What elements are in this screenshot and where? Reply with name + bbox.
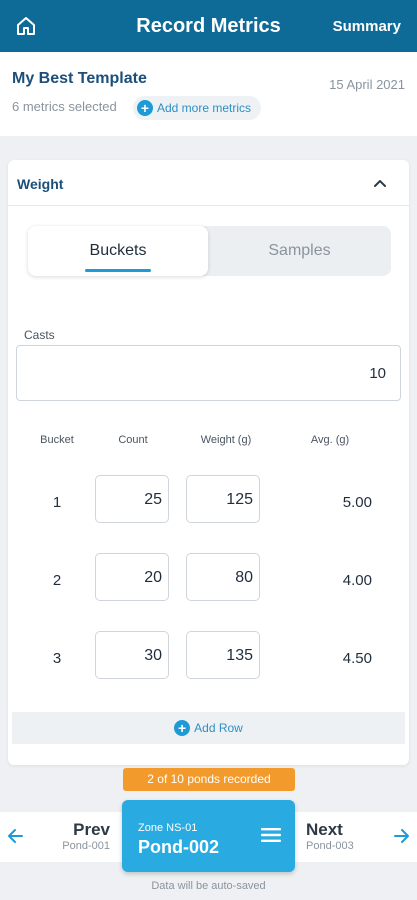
- bucket-number: 3: [52, 650, 62, 667]
- template-name[interactable]: My Best Template: [12, 70, 147, 88]
- buckets-samples-toggle: Buckets Samples: [28, 226, 391, 276]
- tab-buckets[interactable]: Buckets: [28, 226, 208, 276]
- weight-input[interactable]: 135: [186, 631, 260, 679]
- next-pond-button[interactable]: Next: [306, 820, 343, 840]
- column-header-avg: Avg. (g): [310, 434, 350, 446]
- count-input[interactable]: 20: [95, 553, 169, 601]
- tab-samples[interactable]: Samples: [208, 226, 391, 276]
- plus-circle-icon: +: [174, 720, 191, 736]
- casts-input[interactable]: 10: [16, 345, 401, 401]
- next-pond-name: Pond-003: [306, 840, 354, 852]
- current-pond-name: Pond-002: [138, 837, 220, 857]
- casts-label: Casts: [24, 328, 55, 342]
- arrow-left-icon[interactable]: [6, 826, 24, 846]
- add-row-button[interactable]: + Add Row: [12, 712, 405, 744]
- template-bar: My Best Template 15 April 2021 6 metrics…: [0, 52, 417, 136]
- arrow-right-icon[interactable]: [393, 826, 411, 846]
- metrics-count: 6 metrics selected: [12, 99, 117, 114]
- template-date: 15 April 2021: [329, 77, 405, 92]
- count-input[interactable]: 25: [95, 475, 169, 523]
- autosave-note: Data will be auto-saved: [151, 880, 266, 892]
- avg-value: 4.50: [342, 650, 372, 667]
- bucket-number: 1: [52, 494, 62, 511]
- add-more-metrics-label: Add more metrics: [157, 101, 252, 115]
- avg-value: 4.00: [342, 572, 372, 589]
- avg-value: 5.00: [342, 494, 372, 511]
- bucket-number: 2: [52, 572, 62, 589]
- summary-button[interactable]: Summary: [333, 0, 401, 52]
- weight-input[interactable]: 125: [186, 475, 260, 523]
- weight-title: Weight: [17, 176, 64, 192]
- plus-circle-icon: +: [137, 100, 153, 116]
- column-header-weight: Weight (g): [200, 434, 252, 446]
- active-tab-indicator: [85, 269, 151, 272]
- current-pond-card[interactable]: Zone NS-01 Pond-002: [122, 800, 295, 872]
- prev-pond-name: Pond-001: [62, 840, 110, 852]
- add-more-metrics-button[interactable]: + Add more metrics: [133, 96, 262, 120]
- chevron-up-icon[interactable]: [373, 176, 387, 190]
- prev-pond-button[interactable]: Prev: [54, 820, 110, 840]
- ponds-progress-badge: 2 of 10 ponds recorded: [123, 768, 295, 791]
- column-header-count: Count: [118, 434, 148, 446]
- add-row-label: Add Row: [194, 721, 243, 735]
- weight-input[interactable]: 80: [186, 553, 260, 601]
- weight-card: Weight Buckets Samples Casts 10 Bucket C…: [8, 160, 409, 765]
- count-input[interactable]: 30: [95, 631, 169, 679]
- pond-zone: Zone NS-01: [138, 822, 198, 834]
- app-header: Record Metrics Summary: [0, 0, 417, 52]
- column-header-bucket: Bucket: [40, 434, 74, 446]
- weight-card-header[interactable]: Weight: [8, 160, 409, 206]
- menu-icon[interactable]: [261, 827, 281, 843]
